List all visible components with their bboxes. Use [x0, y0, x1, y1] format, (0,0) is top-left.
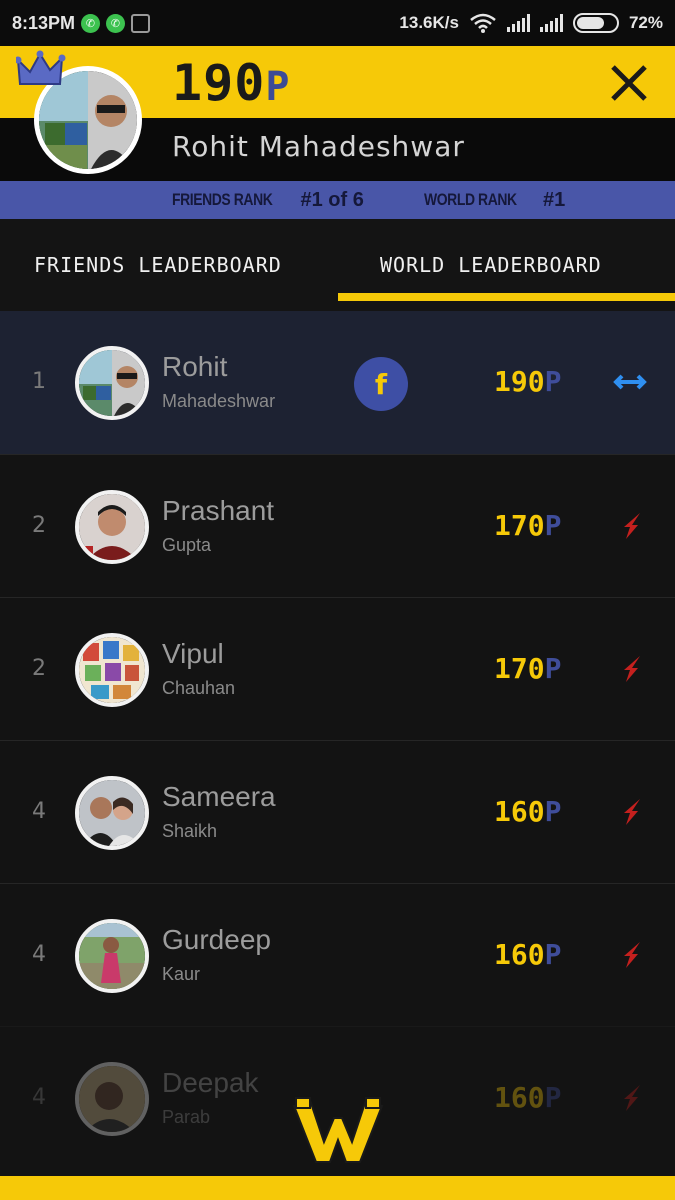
battery-percent: 72%: [628, 13, 663, 32]
player-points: 170P: [494, 652, 561, 685]
leaderboard-row[interactable]: 1 Rohit Mahadeshwar f 190P: [0, 311, 675, 454]
player-points-unit: P: [544, 509, 562, 542]
player-points-value: 160: [494, 795, 545, 828]
player-points-value: 160: [494, 938, 545, 971]
battery-icon: [572, 13, 619, 33]
friends-rank-value: #1 of 6: [300, 188, 364, 211]
status-left: 8:13PM ✆ ✆: [12, 12, 151, 34]
player-first-name: Gurdeep: [162, 924, 271, 955]
leaderboard-row[interactable]: 4 Sameera Shaikh 160P: [0, 740, 675, 883]
close-icon: [611, 65, 647, 101]
w-logo-icon[interactable]: [290, 1096, 386, 1166]
gallery-icon: [131, 13, 151, 33]
tab-world-leaderboard[interactable]: WORLD LEADERBOARD: [380, 253, 602, 277]
player-first-name: Vipul: [162, 638, 224, 669]
rank-down-arrow-icon: [624, 513, 640, 539]
player-last-name: Chauhan: [162, 678, 236, 698]
rank-number: 1: [32, 369, 46, 394]
rank-number: 2: [32, 513, 46, 538]
avatar: [75, 776, 149, 850]
player-last-name: Mahadeshwar: [162, 391, 276, 411]
status-time: 8:13PM: [12, 12, 76, 33]
no-change-arrow-icon: [613, 374, 647, 390]
whatsapp-icon: ✆: [81, 13, 101, 33]
leaderboard-row[interactable]: 2 Vipul Chauhan 170P: [0, 597, 675, 740]
crown-icon: [16, 50, 66, 85]
avatar: [75, 633, 149, 707]
rank-number: 4: [32, 799, 46, 824]
leaderboard-row[interactable]: 2 Prashant Gupta 170P: [0, 454, 675, 597]
rank-down-arrow-icon: [624, 1085, 640, 1111]
friends-rank: FRIENDS RANK #1 of 6: [172, 189, 364, 212]
signal-icon: [539, 14, 563, 32]
rank-down-arrow-icon: [624, 656, 640, 682]
player-first-name: Rohit: [162, 351, 228, 382]
world-rank: WORLD RANK #1: [424, 189, 565, 212]
player-last-name: Shaikh: [162, 821, 218, 841]
player-first-name: Sameera: [162, 781, 276, 812]
header-user-name: Rohit Mahadeshwar: [172, 130, 465, 163]
rank-bar: FRIENDS RANK #1 of 6 WORLD RANK #1: [0, 181, 675, 219]
rank-down-arrow-icon: [624, 799, 640, 825]
rank-down-arrow-icon: [624, 942, 640, 968]
world-rank-label: WORLD RANK: [424, 190, 517, 209]
rank-number: 2: [32, 656, 46, 681]
player-points-value: 170: [494, 509, 545, 542]
player-last-name: Gupta: [162, 535, 212, 555]
player-last-name: Kaur: [162, 964, 201, 984]
leaderboard-row[interactable]: 4 Gurdeep Kaur 160P: [0, 883, 675, 1026]
player-points: 170P: [494, 509, 561, 542]
close-button[interactable]: [604, 56, 654, 110]
player-points-unit: P: [544, 365, 562, 398]
avatar: [75, 1062, 149, 1136]
player-points-unit: P: [544, 1081, 562, 1114]
rank-number: 4: [32, 1085, 46, 1110]
leaderboard-list: 1 Rohit Mahadeshwar f 190P 2 Prashant Gu…: [0, 311, 675, 1169]
player-points-unit: P: [544, 652, 562, 685]
whatsapp-icon: ✆: [106, 13, 126, 33]
avatar: [75, 919, 149, 993]
avatar: [75, 490, 149, 564]
world-rank-value: #1: [543, 188, 566, 211]
header-points: 190P: [172, 54, 290, 112]
status-bar: 8:13PM ✆ ✆ 13.6K/s 72%: [0, 0, 675, 46]
network-speed: 13.6K/s: [399, 13, 459, 32]
status-right: 13.6K/s 72%: [399, 13, 663, 33]
player-points: 160P: [494, 938, 561, 971]
player-points-value: 190: [494, 365, 545, 398]
player-first-name: Prashant: [162, 495, 275, 526]
player-last-name: Parab: [162, 1107, 211, 1127]
player-points: 160P: [494, 1081, 561, 1114]
player-points-value: 170: [494, 652, 545, 685]
tab-friends-leaderboard[interactable]: FRIENDS LEADERBOARD: [34, 253, 282, 277]
player-points-value: 160: [494, 1081, 545, 1114]
header-points-unit: P: [265, 64, 291, 110]
friends-rank-label: FRIENDS RANK: [172, 190, 273, 209]
wifi-icon: [470, 13, 496, 33]
player-points: 190P: [494, 365, 561, 398]
player-points-unit: P: [544, 795, 562, 828]
avatar: [75, 346, 149, 420]
header-points-value: 190: [172, 54, 266, 112]
active-tab-indicator: [338, 293, 675, 301]
leaderboard-tabs: FRIENDS LEADERBOARD WORLD LEADERBOARD: [0, 219, 675, 311]
facebook-icon: f: [354, 357, 408, 411]
bottom-accent-strip: [0, 1176, 675, 1200]
player-first-name: Deepak: [162, 1067, 259, 1098]
signal-icon: [506, 14, 530, 32]
rank-number: 4: [32, 942, 46, 967]
player-points: 160P: [494, 795, 561, 828]
player-points-unit: P: [544, 938, 562, 971]
